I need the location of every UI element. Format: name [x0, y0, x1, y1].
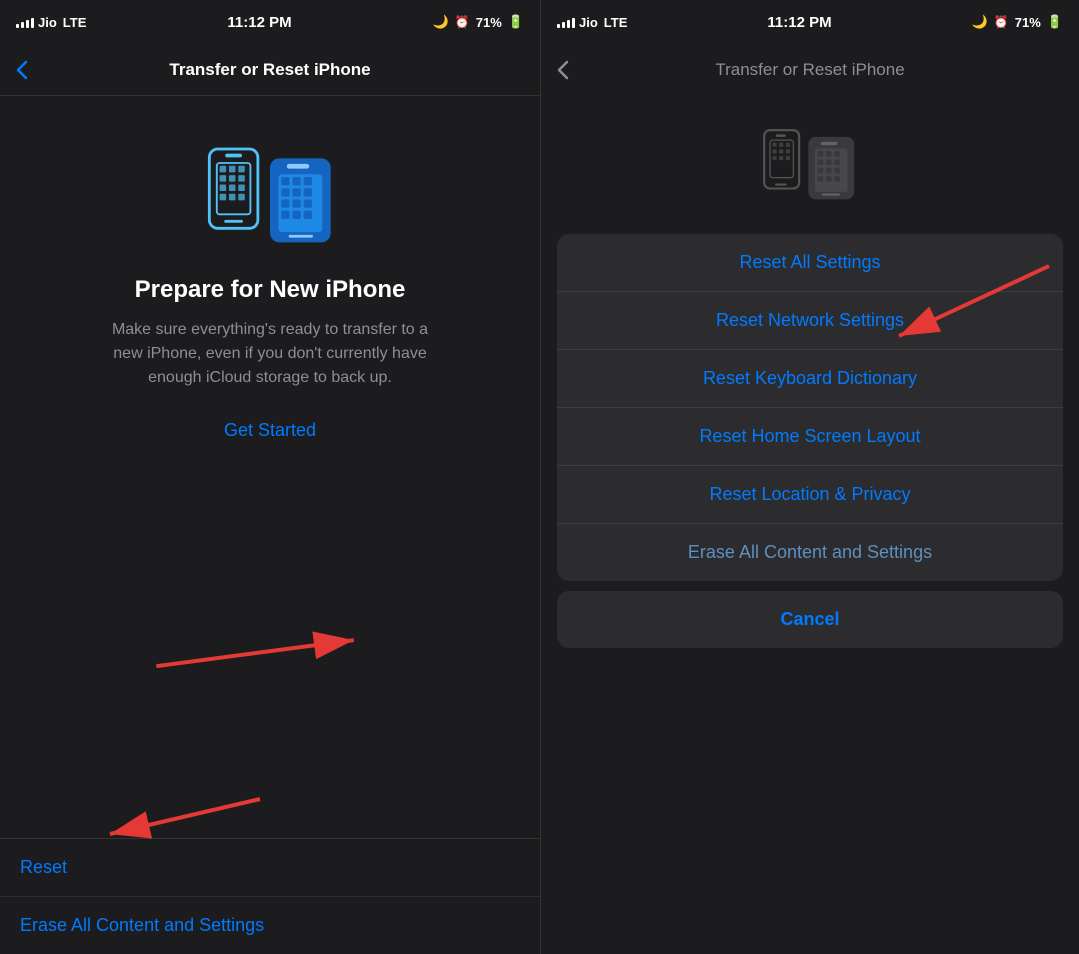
network-label: LTE [63, 15, 87, 30]
get-started-button[interactable]: Get Started [224, 420, 316, 441]
left-bottom-section: Reset Erase All Content and Settings [0, 838, 540, 954]
right-chevron-left-icon [557, 60, 569, 80]
right-phone-icon [760, 116, 860, 216]
prepare-desc: Make sure everything's ready to transfer… [110, 318, 430, 390]
right-alarm-icon: ⏰ [994, 15, 1009, 29]
signal-icon [16, 16, 34, 28]
right-back-button[interactable] [557, 60, 569, 80]
phone-transfer-icon [200, 126, 340, 256]
erase-all-content-button[interactable]: Erase All Content and Settings [557, 524, 1063, 581]
right-panel: Jio LTE 11:12 PM 🌙 ⏰ 71% 🔋 Transfer or R… [540, 0, 1079, 954]
battery-percent: 71% [476, 15, 502, 30]
right-carrier-label: Jio [579, 15, 598, 30]
left-time: 11:12 PM [227, 14, 291, 31]
right-nav-title: Transfer or Reset iPhone [715, 60, 904, 80]
battery-icon: 🔋 [508, 14, 524, 30]
left-back-button[interactable] [16, 60, 28, 80]
chevron-left-icon [16, 60, 28, 80]
left-nav-title: Transfer or Reset iPhone [169, 60, 370, 80]
prepare-title: Prepare for New iPhone [135, 276, 406, 304]
right-content: Reset All Settings Reset Network Setting… [541, 96, 1079, 954]
right-time: 11:12 PM [767, 14, 831, 31]
right-status-left: Jio LTE [557, 15, 627, 30]
left-status-right: 🌙 ⏰ 71% 🔋 [433, 14, 524, 30]
reset-keyboard-dictionary-button[interactable]: Reset Keyboard Dictionary [557, 350, 1063, 408]
reset-home-screen-layout-button[interactable]: Reset Home Screen Layout [557, 408, 1063, 466]
left-nav-bar: Transfer or Reset iPhone [0, 44, 540, 96]
erase-label: Erase All Content and Settings [20, 915, 264, 935]
left-status-left: Jio LTE [16, 15, 86, 30]
left-status-bar: Jio LTE 11:12 PM 🌙 ⏰ 71% 🔋 [0, 0, 540, 44]
reset-network-settings-button[interactable]: Reset Network Settings [557, 292, 1063, 350]
reset-options-list: Reset All Settings Reset Network Setting… [557, 234, 1063, 581]
right-battery-percent: 71% [1015, 15, 1041, 30]
right-network-label: LTE [604, 15, 628, 30]
right-status-bar: Jio LTE 11:12 PM 🌙 ⏰ 71% 🔋 [541, 0, 1079, 44]
cancel-button[interactable]: Cancel [557, 591, 1063, 648]
reset-button[interactable]: Reset [0, 839, 540, 897]
carrier-label: Jio [38, 15, 57, 30]
alarm-icon: ⏰ [455, 15, 470, 29]
moon-icon: 🌙 [433, 14, 449, 30]
right-signal-icon [557, 16, 575, 28]
right-moon-icon: 🌙 [972, 14, 988, 30]
erase-button[interactable]: Erase All Content and Settings [0, 897, 540, 954]
reset-label: Reset [20, 857, 67, 877]
right-nav-bar: Transfer or Reset iPhone [541, 44, 1079, 96]
reset-location-privacy-button[interactable]: Reset Location & Privacy [557, 466, 1063, 524]
right-battery-icon: 🔋 [1047, 14, 1063, 30]
reset-all-settings-button[interactable]: Reset All Settings [557, 234, 1063, 292]
left-content: Prepare for New iPhone Make sure everyth… [0, 96, 540, 838]
left-panel: Jio LTE 11:12 PM 🌙 ⏰ 71% 🔋 Transfer or R… [0, 0, 540, 954]
right-status-right: 🌙 ⏰ 71% 🔋 [972, 14, 1063, 30]
